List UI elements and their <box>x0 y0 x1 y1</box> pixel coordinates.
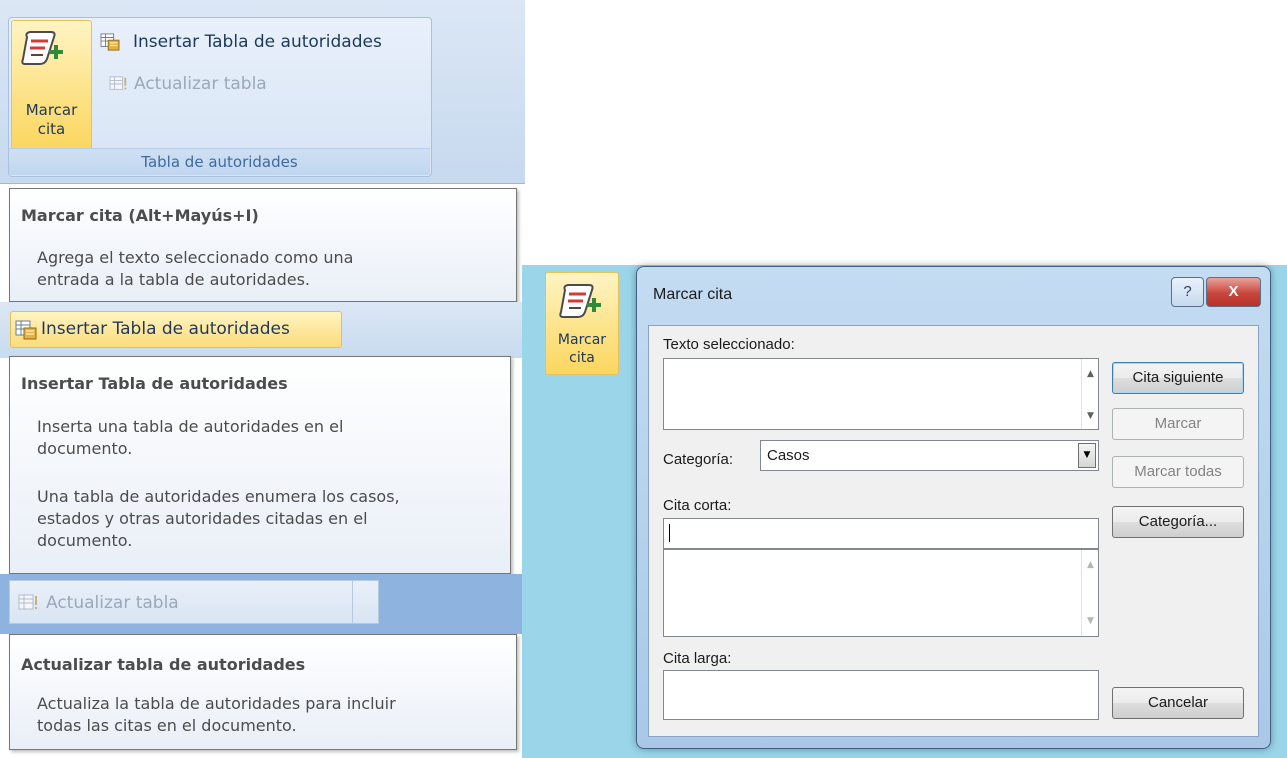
scroll-down-icon[interactable]: ▼ <box>1082 411 1099 421</box>
scroll-up-icon[interactable]: ▲ <box>1082 369 1099 379</box>
tooltip-title: Marcar cita (Alt+Mayús+I) <box>21 206 259 225</box>
scroll-down-icon[interactable]: ▼ <box>1082 616 1099 626</box>
insert-table-of-authorities-item[interactable]: Insertar Tabla de autoridades <box>97 31 382 55</box>
selected-text-box[interactable]: ▲ ▼ <box>663 358 1099 430</box>
mark-all-button[interactable]: Marcar todas <box>1112 456 1244 488</box>
dialog-title: Marcar cita <box>653 286 733 303</box>
tooltip-title: Insertar Tabla de autoridades <box>21 374 288 393</box>
mark-citation-label: Marcar cita <box>25 101 78 138</box>
table-insert-icon <box>100 33 120 51</box>
text-caret <box>669 524 670 542</box>
hovered-item-label: Insertar Tabla de autoridades <box>41 319 290 339</box>
divider <box>352 581 353 623</box>
short-citation-label: Cita corta: <box>663 497 732 514</box>
update-table-item[interactable]: Actualizar tabla <box>107 73 267 97</box>
tooltip-mark-citation: Marcar cita (Alt+Mayús+I) Agrega el text… <box>9 188 517 302</box>
short-citation-scrollbar[interactable]: ▲ ▼ <box>1081 550 1098 636</box>
selected-text-label: Texto seleccionado: <box>663 336 795 353</box>
table-insert-icon <box>15 320 37 340</box>
tooltip-update-table: Actualizar tabla de autoridades Actualiz… <box>9 634 517 750</box>
long-citation-field[interactable] <box>663 670 1099 720</box>
close-icon: X <box>1228 283 1239 300</box>
mark-citation-button[interactable]: Marcar cita <box>11 20 92 150</box>
tooltip-body-2: Una tabla de autoridades enumera los cas… <box>37 487 400 550</box>
help-icon: ? <box>1183 283 1192 300</box>
close-button[interactable]: X <box>1206 277 1261 307</box>
update-table-label: Actualizar tabla <box>134 74 267 94</box>
help-button[interactable]: ? <box>1171 277 1204 307</box>
short-citation-list[interactable]: ▲ ▼ <box>663 549 1099 637</box>
tooltip-body: Inserta una tabla de autoridades en el d… <box>37 417 344 458</box>
scroll-plus-icon <box>559 284 601 318</box>
mark-button[interactable]: Marcar <box>1112 408 1244 440</box>
next-citation-button[interactable]: Cita siguiente <box>1112 362 1244 394</box>
chevron-down-icon[interactable]: ▼ <box>1078 443 1096 468</box>
insert-table-label: Insertar Tabla de autoridades <box>133 32 382 52</box>
table-update-icon <box>18 594 37 610</box>
scroll-up-icon[interactable]: ▲ <box>1082 560 1099 570</box>
mark-citation-label: Marcar cita <box>557 332 607 366</box>
tooltip-title: Actualizar tabla de autoridades <box>21 655 306 674</box>
selected-text-scrollbar[interactable]: ▲ ▼ <box>1081 359 1098 429</box>
category-select[interactable]: Casos ▼ <box>760 440 1099 471</box>
scroll-plus-icon <box>21 31 63 65</box>
long-citation-label: Cita larga: <box>663 650 732 667</box>
mark-citation-button[interactable]: Marcar cita <box>545 272 619 375</box>
tooltip-body: Actualiza la tabla de autoridades para i… <box>37 694 396 735</box>
short-citation-field[interactable] <box>663 518 1099 549</box>
cancel-button[interactable]: Cancelar <box>1112 687 1244 719</box>
table-update-icon <box>109 76 127 90</box>
category-label: Categoría: <box>663 451 734 468</box>
tooltip-insert-table: Insertar Tabla de autoridades Inserta un… <box>9 356 511 574</box>
hovered-item-label: Actualizar tabla <box>46 593 179 613</box>
tooltip-body: Agrega el texto seleccionado como una en… <box>37 248 354 289</box>
insert-table-hover-highlight[interactable]: Insertar Tabla de autoridades <box>10 311 342 348</box>
category-value: Casos <box>767 447 810 464</box>
group-label: Tabla de autoridades <box>9 148 430 175</box>
category-button[interactable]: Categoría... <box>1112 506 1244 538</box>
update-table-hover[interactable]: Actualizar tabla <box>9 580 379 624</box>
